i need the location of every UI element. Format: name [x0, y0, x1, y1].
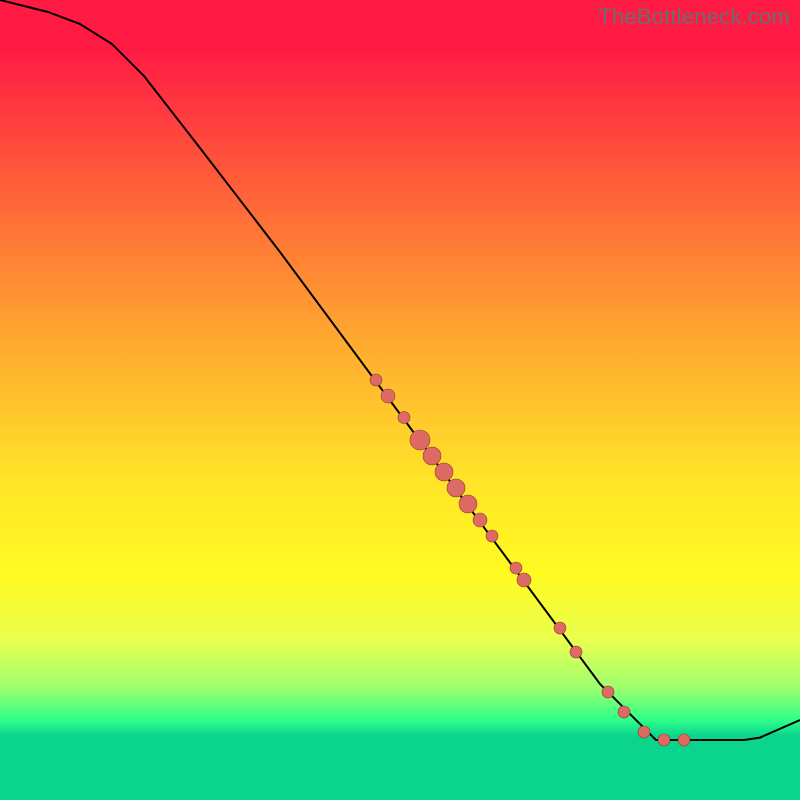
scatter-dot: [423, 447, 441, 465]
scatter-dot: [486, 530, 498, 542]
scatter-dot: [447, 479, 465, 497]
scatter-dot: [410, 430, 430, 450]
bottleneck-chart: TheBottleneck.com: [0, 0, 800, 800]
scatter-dot: [398, 412, 410, 424]
bottleneck-curve: [0, 0, 800, 740]
scatter-dot: [370, 374, 382, 386]
scatter-dot: [658, 734, 670, 746]
scatter-dot: [618, 706, 630, 718]
scatter-dot: [602, 686, 614, 698]
scatter-dot: [459, 495, 477, 513]
scatter-dot: [510, 562, 522, 574]
scatter-points: [370, 374, 690, 746]
scatter-dot: [570, 646, 582, 658]
scatter-dot: [517, 573, 531, 587]
chart-svg: [0, 0, 800, 800]
scatter-dot: [381, 389, 395, 403]
scatter-dot: [678, 734, 690, 746]
scatter-dot: [473, 513, 487, 527]
watermark-text: TheBottleneck.com: [598, 4, 790, 30]
scatter-dot: [554, 622, 566, 634]
scatter-dot: [435, 463, 453, 481]
scatter-dot: [638, 726, 650, 738]
